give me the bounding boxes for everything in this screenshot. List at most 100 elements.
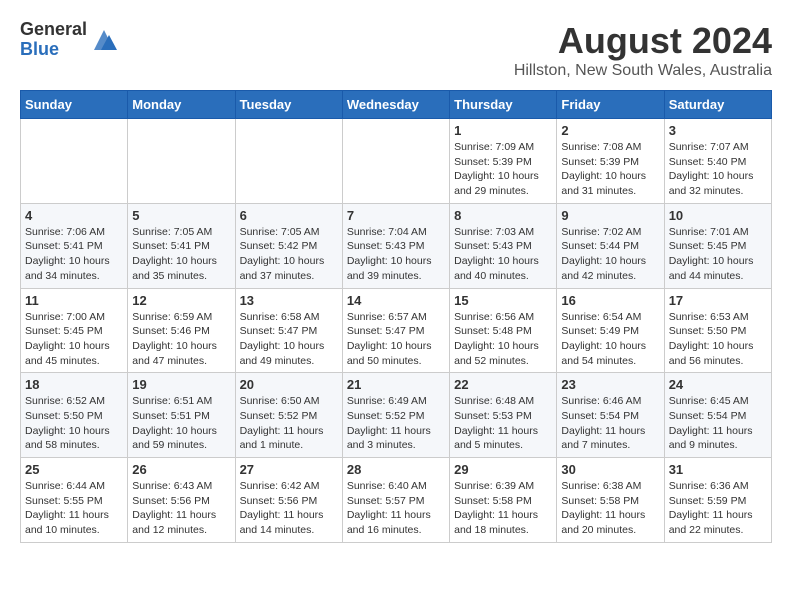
day-info: Sunrise: 7:08 AM Sunset: 5:39 PM Dayligh… bbox=[561, 140, 659, 199]
calendar-cell: 3 Sunrise: 7:07 AM Sunset: 5:40 PM Daylig… bbox=[664, 119, 771, 204]
day-info: Sunrise: 6:49 AM Sunset: 5:52 PM Dayligh… bbox=[347, 394, 445, 453]
day-number: 8 bbox=[454, 208, 552, 223]
day-number: 1 bbox=[454, 123, 552, 138]
day-info: Sunrise: 6:39 AM Sunset: 5:58 PM Dayligh… bbox=[454, 479, 552, 538]
day-number: 13 bbox=[240, 293, 338, 308]
day-number: 17 bbox=[669, 293, 767, 308]
day-info: Sunrise: 6:57 AM Sunset: 5:47 PM Dayligh… bbox=[347, 310, 445, 369]
calendar-cell: 13 Sunrise: 6:58 AM Sunset: 5:47 PM Dayli… bbox=[235, 288, 342, 373]
day-info: Sunrise: 6:42 AM Sunset: 5:56 PM Dayligh… bbox=[240, 479, 338, 538]
calendar-cell: 18 Sunrise: 6:52 AM Sunset: 5:50 PM Dayli… bbox=[21, 373, 128, 458]
calendar-cell: 29 Sunrise: 6:39 AM Sunset: 5:58 PM Dayli… bbox=[450, 458, 557, 543]
main-title: August 2024 bbox=[514, 20, 772, 62]
calendar-cell: 1Sunrise: 7:09 AM Sunset: 5:39 PM Daylig… bbox=[450, 119, 557, 204]
calendar-cell: 16Sunrise: 6:54 AM Sunset: 5:49 PM Dayli… bbox=[557, 288, 664, 373]
week-row-3: 11 Sunrise: 7:00 AM Sunset: 5:45 PM Dayli… bbox=[21, 288, 772, 373]
calendar-cell: 2Sunrise: 7:08 AM Sunset: 5:39 PM Daylig… bbox=[557, 119, 664, 204]
day-info: Sunrise: 7:05 AM Sunset: 5:41 PM Dayligh… bbox=[132, 225, 230, 284]
week-row-2: 4 Sunrise: 7:06 AM Sunset: 5:41 PM Daylig… bbox=[21, 203, 772, 288]
header-row: SundayMondayTuesdayWednesdayThursdayFrid… bbox=[21, 91, 772, 119]
day-number: 25 bbox=[25, 462, 123, 477]
day-info: Sunrise: 6:38 AM Sunset: 5:58 PM Dayligh… bbox=[561, 479, 659, 538]
day-number: 12 bbox=[132, 293, 230, 308]
day-info: Sunrise: 6:45 AM Sunset: 5:54 PM Dayligh… bbox=[669, 394, 767, 453]
calendar-cell: 5 Sunrise: 7:05 AM Sunset: 5:41 PM Daylig… bbox=[128, 203, 235, 288]
calendar: SundayMondayTuesdayWednesdayThursdayFrid… bbox=[20, 90, 772, 543]
calendar-cell: 4 Sunrise: 7:06 AM Sunset: 5:41 PM Daylig… bbox=[21, 203, 128, 288]
logo-blue: Blue bbox=[20, 40, 87, 60]
header: General Blue August 2024 Hillston, New S… bbox=[20, 20, 772, 80]
calendar-body: 1Sunrise: 7:09 AM Sunset: 5:39 PM Daylig… bbox=[21, 119, 772, 543]
sub-title: Hillston, New South Wales, Australia bbox=[514, 62, 772, 80]
day-number: 20 bbox=[240, 377, 338, 392]
day-number: 21 bbox=[347, 377, 445, 392]
day-number: 9 bbox=[561, 208, 659, 223]
day-info: Sunrise: 6:44 AM Sunset: 5:55 PM Dayligh… bbox=[25, 479, 123, 538]
calendar-cell: 14Sunrise: 6:57 AM Sunset: 5:47 PM Dayli… bbox=[342, 288, 449, 373]
calendar-cell: 10Sunrise: 7:01 AM Sunset: 5:45 PM Dayli… bbox=[664, 203, 771, 288]
logo-general: General bbox=[20, 20, 87, 40]
week-row-4: 18 Sunrise: 6:52 AM Sunset: 5:50 PM Dayli… bbox=[21, 373, 772, 458]
day-number: 4 bbox=[25, 208, 123, 223]
calendar-cell: 26Sunrise: 6:43 AM Sunset: 5:56 PM Dayli… bbox=[128, 458, 235, 543]
logo-icon bbox=[89, 25, 119, 55]
day-number: 23 bbox=[561, 377, 659, 392]
day-info: Sunrise: 6:50 AM Sunset: 5:52 PM Dayligh… bbox=[240, 394, 338, 453]
calendar-cell bbox=[342, 119, 449, 204]
day-info: Sunrise: 7:00 AM Sunset: 5:45 PM Dayligh… bbox=[25, 310, 123, 369]
calendar-cell: 15Sunrise: 6:56 AM Sunset: 5:48 PM Dayli… bbox=[450, 288, 557, 373]
calendar-cell: 30 Sunrise: 6:38 AM Sunset: 5:58 PM Dayli… bbox=[557, 458, 664, 543]
day-number: 7 bbox=[347, 208, 445, 223]
day-number: 28 bbox=[347, 462, 445, 477]
day-number: 6 bbox=[240, 208, 338, 223]
day-info: Sunrise: 6:58 AM Sunset: 5:47 PM Dayligh… bbox=[240, 310, 338, 369]
calendar-cell: 8 Sunrise: 7:03 AM Sunset: 5:43 PM Daylig… bbox=[450, 203, 557, 288]
logo: General Blue bbox=[20, 20, 119, 60]
day-info: Sunrise: 6:51 AM Sunset: 5:51 PM Dayligh… bbox=[132, 394, 230, 453]
day-info: Sunrise: 6:54 AM Sunset: 5:49 PM Dayligh… bbox=[561, 310, 659, 369]
day-info: Sunrise: 6:52 AM Sunset: 5:50 PM Dayligh… bbox=[25, 394, 123, 453]
day-number: 5 bbox=[132, 208, 230, 223]
day-number: 30 bbox=[561, 462, 659, 477]
calendar-cell bbox=[128, 119, 235, 204]
calendar-cell: 31 Sunrise: 6:36 AM Sunset: 5:59 PM Dayli… bbox=[664, 458, 771, 543]
calendar-header: SundayMondayTuesdayWednesdayThursdayFrid… bbox=[21, 91, 772, 119]
day-number: 31 bbox=[669, 462, 767, 477]
calendar-cell: 23 Sunrise: 6:46 AM Sunset: 5:54 PM Dayli… bbox=[557, 373, 664, 458]
day-info: Sunrise: 6:53 AM Sunset: 5:50 PM Dayligh… bbox=[669, 310, 767, 369]
week-row-5: 25 Sunrise: 6:44 AM Sunset: 5:55 PM Dayli… bbox=[21, 458, 772, 543]
day-number: 19 bbox=[132, 377, 230, 392]
day-info: Sunrise: 7:06 AM Sunset: 5:41 PM Dayligh… bbox=[25, 225, 123, 284]
title-section: August 2024 Hillston, New South Wales, A… bbox=[514, 20, 772, 80]
calendar-cell: 19 Sunrise: 6:51 AM Sunset: 5:51 PM Dayli… bbox=[128, 373, 235, 458]
day-header-tuesday: Tuesday bbox=[235, 91, 342, 119]
calendar-cell: 7Sunrise: 7:04 AM Sunset: 5:43 PM Daylig… bbox=[342, 203, 449, 288]
day-number: 26 bbox=[132, 462, 230, 477]
day-info: Sunrise: 6:48 AM Sunset: 5:53 PM Dayligh… bbox=[454, 394, 552, 453]
day-header-friday: Friday bbox=[557, 91, 664, 119]
day-number: 24 bbox=[669, 377, 767, 392]
calendar-cell: 9 Sunrise: 7:02 AM Sunset: 5:44 PM Daylig… bbox=[557, 203, 664, 288]
day-info: Sunrise: 6:36 AM Sunset: 5:59 PM Dayligh… bbox=[669, 479, 767, 538]
day-info: Sunrise: 7:02 AM Sunset: 5:44 PM Dayligh… bbox=[561, 225, 659, 284]
day-number: 29 bbox=[454, 462, 552, 477]
day-number: 11 bbox=[25, 293, 123, 308]
day-header-saturday: Saturday bbox=[664, 91, 771, 119]
day-info: Sunrise: 7:03 AM Sunset: 5:43 PM Dayligh… bbox=[454, 225, 552, 284]
day-info: Sunrise: 6:56 AM Sunset: 5:48 PM Dayligh… bbox=[454, 310, 552, 369]
calendar-cell: 25 Sunrise: 6:44 AM Sunset: 5:55 PM Dayli… bbox=[21, 458, 128, 543]
calendar-cell bbox=[21, 119, 128, 204]
day-header-wednesday: Wednesday bbox=[342, 91, 449, 119]
week-row-1: 1Sunrise: 7:09 AM Sunset: 5:39 PM Daylig… bbox=[21, 119, 772, 204]
calendar-cell: 12 Sunrise: 6:59 AM Sunset: 5:46 PM Dayli… bbox=[128, 288, 235, 373]
day-info: Sunrise: 6:59 AM Sunset: 5:46 PM Dayligh… bbox=[132, 310, 230, 369]
day-number: 3 bbox=[669, 123, 767, 138]
day-number: 22 bbox=[454, 377, 552, 392]
day-header-thursday: Thursday bbox=[450, 91, 557, 119]
day-info: Sunrise: 7:01 AM Sunset: 5:45 PM Dayligh… bbox=[669, 225, 767, 284]
day-info: Sunrise: 7:07 AM Sunset: 5:40 PM Dayligh… bbox=[669, 140, 767, 199]
calendar-cell: 17 Sunrise: 6:53 AM Sunset: 5:50 PM Dayli… bbox=[664, 288, 771, 373]
day-info: Sunrise: 6:46 AM Sunset: 5:54 PM Dayligh… bbox=[561, 394, 659, 453]
day-number: 18 bbox=[25, 377, 123, 392]
calendar-cell bbox=[235, 119, 342, 204]
